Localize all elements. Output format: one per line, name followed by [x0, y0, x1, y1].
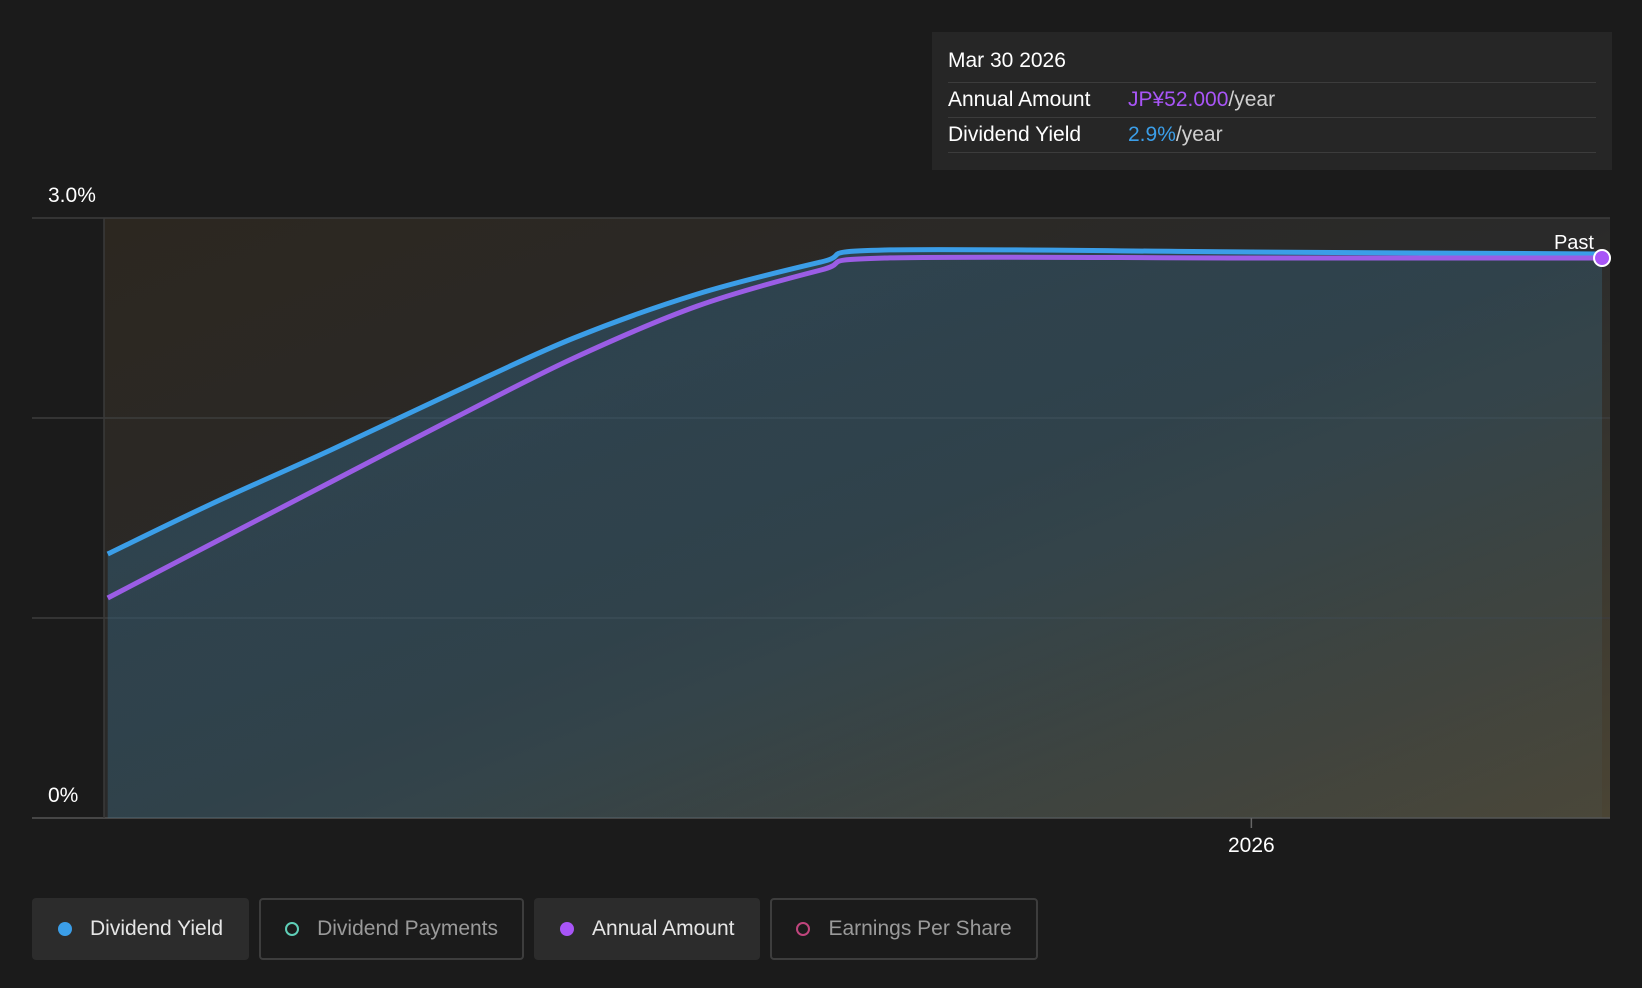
legend-label: Dividend Yield: [90, 917, 224, 940]
tooltip-unit: /year: [1228, 88, 1276, 111]
tooltip-value: 2.9%: [1128, 123, 1176, 146]
tooltip: Mar 30 2026 Annual Amount JP¥52.000 /yea…: [932, 32, 1612, 170]
legend-earnings-per-share-button[interactable]: Earnings Per Share: [770, 898, 1038, 960]
tooltip-date: Mar 30 2026: [948, 46, 1596, 83]
legend-label: Dividend Payments: [317, 917, 499, 940]
current-point-marker[interactable]: [1593, 249, 1612, 267]
tooltip-unit: /year: [1175, 123, 1223, 146]
y-tick-label-top: 3.0%: [48, 184, 96, 207]
filled-circle-icon: [560, 922, 575, 936]
hollow-circle-icon: [796, 922, 811, 936]
past-region-label: Past: [1554, 232, 1594, 254]
legend-annual-amount-button[interactable]: Annual Amount: [534, 898, 761, 960]
y-tick-label-bottom: 0%: [48, 784, 78, 807]
tooltip-value: JP¥52.000: [1128, 88, 1229, 111]
legend-dividend-yield-button[interactable]: Dividend Yield: [32, 898, 250, 960]
tooltip-row-annual-amount: Annual Amount JP¥52.000 /year: [948, 83, 1596, 118]
tooltip-label: Dividend Yield: [948, 123, 1082, 146]
legend: Dividend Yield Dividend Payments Annual …: [32, 898, 1038, 960]
legend-label: Earnings Per Share: [828, 917, 1012, 940]
legend-label: Annual Amount: [592, 917, 735, 940]
tooltip-row-dividend-yield: Dividend Yield 2.9% /year: [948, 118, 1596, 153]
tooltip-label: Annual Amount: [948, 88, 1091, 111]
filled-circle-icon: [58, 922, 72, 936]
hollow-circle-icon: [285, 922, 300, 936]
legend-dividend-payments-button[interactable]: Dividend Payments: [259, 898, 525, 960]
x-tick-label: 2026: [1228, 834, 1275, 857]
